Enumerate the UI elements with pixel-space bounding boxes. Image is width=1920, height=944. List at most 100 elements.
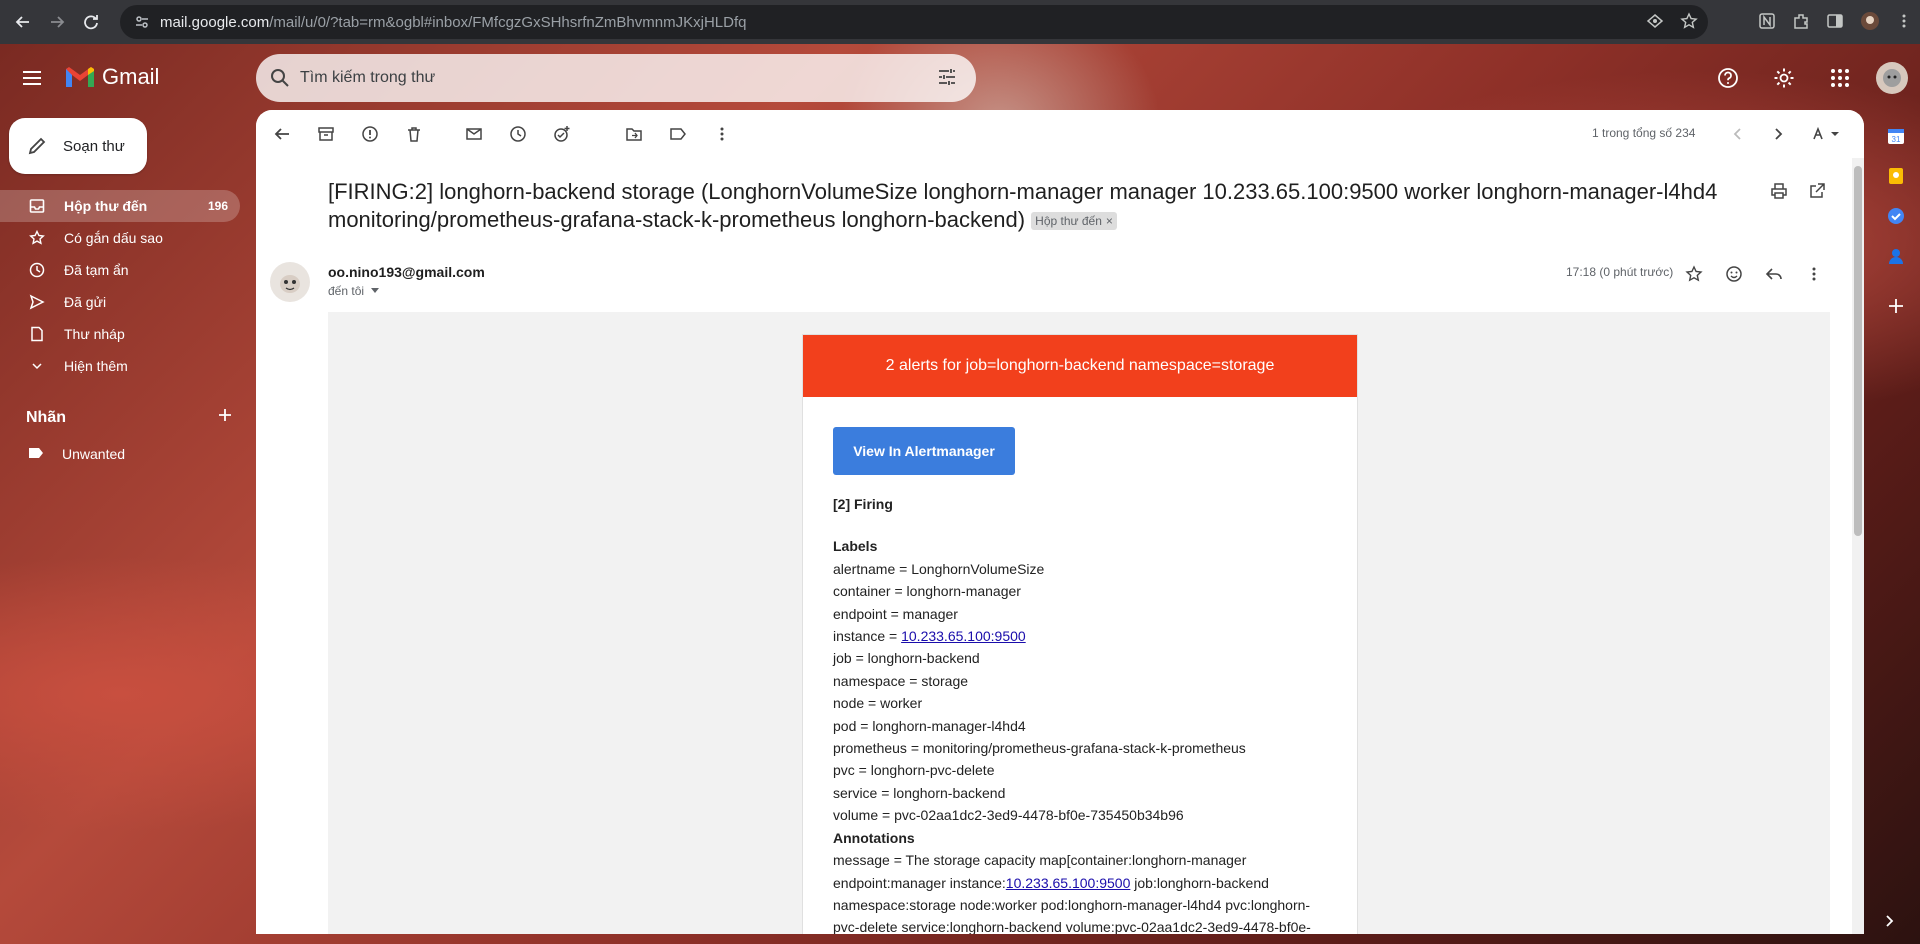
remove-label-icon[interactable]: × [1106,214,1113,228]
add-label-icon[interactable] [218,408,232,427]
account-toolbar [1708,60,1908,96]
view-in-alertmanager-button[interactable]: View In Alertmanager [833,427,1015,475]
label-line: node = worker [833,695,923,712]
more-vert-icon[interactable] [710,122,734,146]
tasks-icon[interactable] [1884,204,1908,228]
gmail-logo[interactable]: Gmail [64,64,159,90]
site-info-icon[interactable] [134,14,150,30]
label-tag-icon [28,446,44,462]
search-options-icon[interactable] [936,66,958,88]
add-task-icon[interactable] [550,122,574,146]
contacts-icon[interactable] [1884,244,1908,268]
account-avatar[interactable] [1876,62,1908,94]
sidebar-item-inbox[interactable]: Hộp thư đến 196 [0,190,240,222]
labels-title: Nhãn [26,408,66,426]
back-arrow-icon[interactable] [6,5,40,39]
annotation-line: pvc-delete service:longhorn-backend volu… [833,919,1311,934]
subject-text: [FIRING:2] longhorn-backend storage (Lon… [328,179,1718,232]
label-line: prometheus = monitoring/prometheus-grafa… [833,740,1246,757]
reply-icon[interactable] [1762,262,1786,286]
subject-actions [1770,182,1826,203]
calendar-icon[interactable]: 31 [1884,124,1908,148]
newer-chevron-icon[interactable] [1726,122,1750,146]
snooze-clock-icon[interactable] [506,122,530,146]
report-spam-icon[interactable] [358,122,382,146]
annotation-line: namespace:storage node:worker pod:longho… [833,896,1311,913]
bookmark-star-icon[interactable] [1680,11,1698,33]
settings-gear-icon[interactable] [1764,60,1804,96]
more-vert-icon[interactable] [1802,262,1826,286]
eye-off-icon[interactable] [1646,12,1664,33]
star-icon[interactable] [1682,262,1706,286]
browser-menu-icon[interactable] [1896,13,1912,32]
get-addons-plus-icon[interactable] [1884,294,1908,318]
move-to-folder-icon[interactable] [622,122,646,146]
browser-toolbar: mail.google.com/mail/u/0/?tab=rm&ogbl#in… [0,0,1920,44]
scrollbar-thumb[interactable] [1854,166,1862,536]
apps-grid-icon[interactable] [1820,60,1860,96]
gmail-m-icon [66,67,94,87]
sidebar-item-label: Hiện thêm [64,358,128,374]
unread-count: 196 [207,199,228,213]
search-bar[interactable] [256,54,976,102]
annotation-text: job:longhorn-backend [1130,874,1269,891]
vertical-scrollbar[interactable] [1852,158,1864,934]
badge-label: Hộp thư đến [1035,214,1102,229]
emoji-reaction-icon[interactable] [1722,262,1746,286]
extensions-puzzle-icon[interactable] [1792,12,1810,33]
label-icon[interactable] [666,122,690,146]
older-chevron-icon[interactable] [1766,122,1790,146]
forward-arrow-icon[interactable] [40,5,74,39]
clock-icon [28,262,46,278]
open-new-window-icon[interactable] [1808,182,1826,203]
annotation-text: endpoint:manager instance: [833,874,1006,891]
firing-heading: [2] Firing [833,496,893,512]
archive-icon[interactable] [314,122,338,146]
main-menu-icon[interactable] [20,66,44,90]
side-panel: 31 [1872,110,1920,944]
back-to-inbox-icon[interactable] [270,122,294,146]
sidebar-item-label: Thư nháp [64,326,125,342]
instance-link[interactable]: 10.233.65.100:9500 [1006,875,1131,891]
annotation-line: endpoint:manager instance:10.233.65.100:… [833,872,1327,894]
sidebar-item-more[interactable]: Hiện thêm [0,350,240,382]
pencil-icon [27,136,47,156]
expand-side-panel-icon[interactable] [1882,914,1896,931]
sender-avatar[interactable] [270,262,310,302]
label-line: alertname = LonghornVolumeSize [833,560,1045,577]
sidebar-item-snoozed[interactable]: Đã tạm ẩn [0,254,240,286]
reload-icon[interactable] [74,5,108,39]
label-line: endpoint = manager [833,605,958,622]
annotation-line: message = The storage capacity map[conta… [833,852,1247,869]
sidebar-item-label: Đã gửi [64,294,107,310]
print-icon[interactable] [1770,182,1788,203]
keep-icon[interactable] [1884,164,1908,188]
notion-extension-icon[interactable] [1758,12,1776,33]
label-name: Unwanted [62,446,126,462]
address-bar[interactable]: mail.google.com/mail/u/0/?tab=rm&ogbl#in… [120,5,1708,39]
sidebar-item-drafts[interactable]: Thư nháp [0,318,240,350]
input-tools-icon[interactable] [1808,122,1844,146]
caret-down-icon[interactable] [370,284,380,298]
recipient-details[interactable]: đến tôi [328,284,380,298]
email-subject: [FIRING:2] longhorn-backend storage (Lon… [328,178,1748,234]
send-icon [28,294,46,310]
inbox-badge[interactable]: Hộp thư đến × [1031,212,1117,231]
sidebar-label-unwanted[interactable]: Unwanted [28,446,125,462]
instance-link[interactable]: 10.233.65.100:9500 [901,628,1026,644]
mark-unread-icon[interactable] [462,122,486,146]
help-icon[interactable] [1708,60,1748,96]
profile-avatar-icon[interactable] [1860,11,1880,34]
inbox-icon [28,198,46,214]
sidebar-item-label: Đã tạm ẩn [64,262,129,278]
sidebar-item-starred[interactable]: Có gắn dấu sao [0,222,240,254]
side-panel-icon[interactable] [1826,12,1844,33]
delete-icon[interactable] [402,122,426,146]
label-key: instance = [833,628,902,645]
url-text: mail.google.com/mail/u/0/?tab=rm&ogbl#in… [160,13,747,31]
search-icon[interactable] [270,68,290,88]
sender-email[interactable]: oo.nino193@gmail.com [328,264,485,280]
sidebar-item-sent[interactable]: Đã gửi [0,286,240,318]
search-input[interactable] [300,69,860,87]
compose-button[interactable]: Soạn thư [9,118,147,174]
